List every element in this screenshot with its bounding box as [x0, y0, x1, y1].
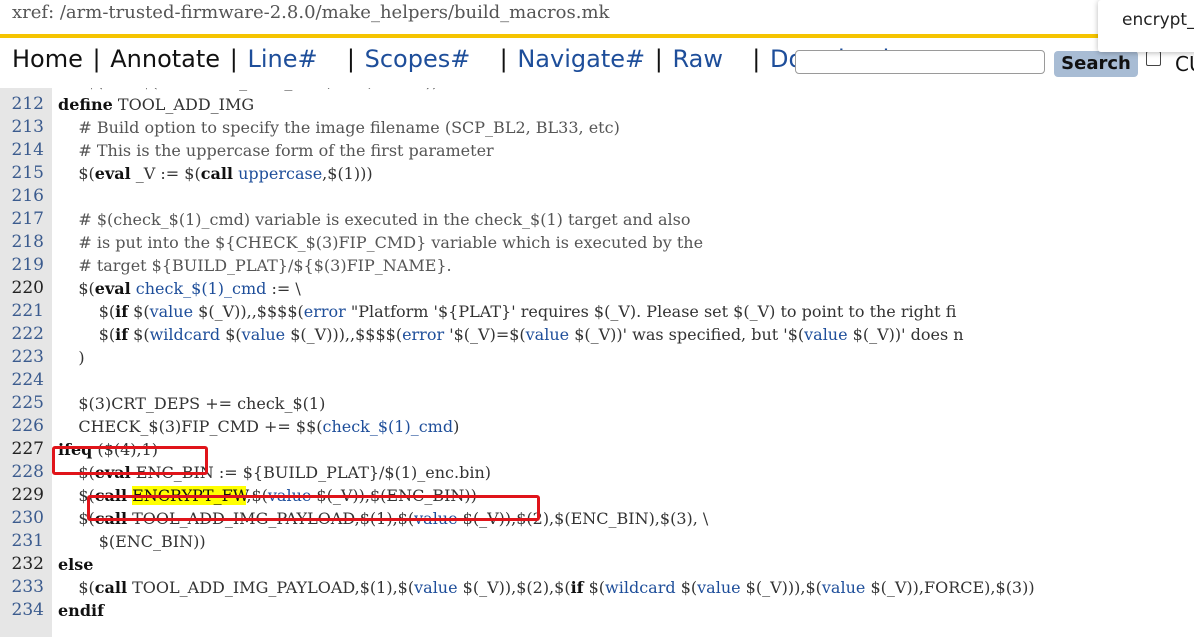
line-code-text: $(3)CRT_DEPS += check_$(1) — [58, 394, 326, 413]
code-line: 215 $(eval _V := $(call uppercase,$(1))) — [0, 162, 1194, 185]
code-line: 216 — [0, 185, 1194, 208]
line-code-text: $(call TOOL_ADD_IMG_PAYLOAD,$(1),$(value… — [58, 509, 709, 528]
line-code-text: $(call ENCRYPT_FW,$(value $(_V)),$(ENC_B… — [58, 486, 477, 505]
code-line: 213 # Build option to specify the image … — [0, 116, 1194, 139]
code-line: 232 else — [0, 553, 1194, 576]
line-code-text: $(eval ENC_BIN := ${BUILD_PLAT}/$(1)_enc… — [58, 463, 491, 482]
line-code-text: $(eval _V := $(call uppercase,$(1))) — [58, 164, 373, 183]
line-number[interactable]: 218 — [0, 231, 44, 254]
nav-separator: | — [499, 45, 508, 73]
code-line: 214 # This is the uppercase form of the … — [0, 139, 1194, 162]
line-code-text: $(call TOOL_ADD_IMG_PAYLOAD,$(1),$(value… — [58, 578, 1035, 597]
code-line: 212 define TOOL_ADD_IMG — [0, 93, 1194, 116]
line-code-text: $(ENC_BIN)) — [58, 532, 206, 551]
line-number[interactable]: 228 — [0, 461, 44, 484]
line-number[interactable]: 226 — [0, 415, 44, 438]
opengrok-xref-page: xref: /arm-trusted-firmware-2.8.0/make_h… — [0, 0, 1194, 637]
line-number[interactable]: 222 — [0, 323, 44, 346]
nav-annotate-link[interactable]: Annotate — [110, 45, 220, 73]
line-code-text: # is put into the ${CHECK_$(3)FIP_CMD} v… — [58, 233, 704, 252]
code-line: 229 $(call ENCRYPT_FW,$(value $(_V)),$(E… — [0, 484, 1194, 507]
nav-line-toggle[interactable]: Line# — [247, 45, 317, 73]
line-number[interactable]: 220 — [0, 277, 44, 300]
line-number[interactable]: 216 — [0, 185, 44, 208]
current-directory-checkbox[interactable] — [1146, 51, 1161, 66]
nav-separator: | — [752, 45, 761, 73]
current-directory-label: CU — [1175, 52, 1194, 76]
line-number[interactable]: 223 — [0, 346, 44, 369]
line-code-text: $(eval check_$(1)_cmd := \ — [58, 279, 301, 298]
code-line: 233 $(call TOOL_ADD_IMG_PAYLOAD,$(1),$(v… — [0, 576, 1194, 599]
nav-separator: | — [92, 45, 101, 73]
line-number[interactable]: 215 — [0, 162, 44, 185]
nav-separator: | — [229, 45, 238, 73]
nav-scopes-toggle[interactable]: Scopes# — [365, 45, 471, 73]
line-number[interactable]: 213 — [0, 116, 44, 139]
code-line: 222 $(if $(wildcard $(value $(_V))),,$$$… — [0, 323, 1194, 346]
code-line: 219 # target ${BUILD_PLAT}/${$(3)FIP_NAM… — [0, 254, 1194, 277]
line-code-text: # target ${BUILD_PLAT}/${$(3)FIP_NAME}. — [58, 256, 452, 275]
code-line: 228 $(eval ENC_BIN := ${BUILD_PLAT}/$(1)… — [0, 461, 1194, 484]
code-line: 217 # $(check_$(1)_cmd) variable is exec… — [0, 208, 1194, 231]
code-line: 226 CHECK_$(3)FIP_CMD += $$(check_$(1)_c… — [0, 415, 1194, 438]
nav-navigate-toggle[interactable]: Navigate# — [517, 45, 645, 73]
line-number[interactable]: 214 — [0, 139, 44, 162]
source-code-view: 211# $(eval $(call TOOL_ADD_IMG,bl33,--n… — [0, 88, 1194, 637]
line-number[interactable]: 217 — [0, 208, 44, 231]
menu-bar: Home | Annotate | Line# | Scopes# | Navi… — [0, 38, 1194, 88]
code-line: 224 — [0, 369, 1194, 392]
line-code-text: define TOOL_ADD_IMG — [58, 95, 255, 114]
autocomplete-popup[interactable]: encrypt_ — [1098, 0, 1194, 52]
nav-home-link[interactable]: Home — [12, 45, 83, 73]
nav-links: Home | Annotate | Line# | Scopes# | Navi… — [12, 45, 889, 73]
line-number[interactable]: 219 — [0, 254, 44, 277]
autocomplete-suggestion[interactable]: encrypt_ — [1122, 10, 1194, 30]
line-code-text: # Build option to specify the image file… — [58, 118, 620, 137]
line-code-text: $(if $(value $(_V)),,$$$$(error "Platfor… — [58, 302, 957, 321]
code-line: 220 $(eval check_$(1)_cmd := \ — [0, 277, 1194, 300]
xref-path-title: xref: /arm-trusted-firmware-2.8.0/make_h… — [12, 2, 610, 23]
line-code-text: # This is the uppercase form of the firs… — [58, 141, 494, 160]
line-number[interactable]: 224 — [0, 369, 44, 392]
line-number[interactable]: 225 — [0, 392, 44, 415]
line-code-text: CHECK_$(3)FIP_CMD += $$(check_$(1)_cmd) — [58, 417, 460, 436]
nav-separator: | — [346, 45, 355, 73]
line-number[interactable]: 221 — [0, 300, 44, 323]
line-code-text: endif — [58, 601, 104, 620]
line-number[interactable]: 234 — [0, 599, 44, 622]
line-code-text: # $(check_$(1)_cmd) variable is executed… — [58, 210, 691, 229]
line-number[interactable]: 231 — [0, 530, 44, 553]
search-input[interactable] — [795, 50, 1045, 74]
search-button[interactable]: Search — [1054, 51, 1138, 77]
line-number[interactable]: 227 — [0, 438, 44, 461]
code-line: 230 $(call TOOL_ADD_IMG_PAYLOAD,$(1),$(v… — [0, 507, 1194, 530]
xref-header: xref: /arm-trusted-firmware-2.8.0/make_h… — [0, 0, 1194, 38]
code-line: 225 $(3)CRT_DEPS += check_$(1) — [0, 392, 1194, 415]
code-line: 223 ) — [0, 346, 1194, 369]
line-number[interactable]: 229 — [0, 484, 44, 507]
line-code-text: else — [58, 555, 94, 574]
line-number[interactable]: 233 — [0, 576, 44, 599]
nav-separator: | — [654, 45, 663, 73]
code-line: 234 endif — [0, 599, 1194, 622]
line-number[interactable]: 232 — [0, 553, 44, 576]
line-number[interactable]: 212 — [0, 93, 44, 116]
line-code-text: ifeq ($(4),1) — [58, 440, 159, 459]
line-code-text: $(if $(wildcard $(value $(_V))),,$$$$(er… — [58, 325, 964, 344]
code-line: 227 ifeq ($(4),1) — [0, 438, 1194, 461]
code-line: 218 # is put into the ${CHECK_$(3)FIP_CM… — [0, 231, 1194, 254]
code-line: 231 $(ENC_BIN)) — [0, 530, 1194, 553]
line-number[interactable]: 230 — [0, 507, 44, 530]
code-line: 221 $(if $(value $(_V)),,$$$$(error "Pla… — [0, 300, 1194, 323]
nav-raw-link[interactable]: Raw — [672, 45, 722, 73]
line-code-text: ) — [58, 348, 85, 367]
code-lines: 211# $(eval $(call TOOL_ADD_IMG,bl33,--n… — [0, 88, 1194, 622]
